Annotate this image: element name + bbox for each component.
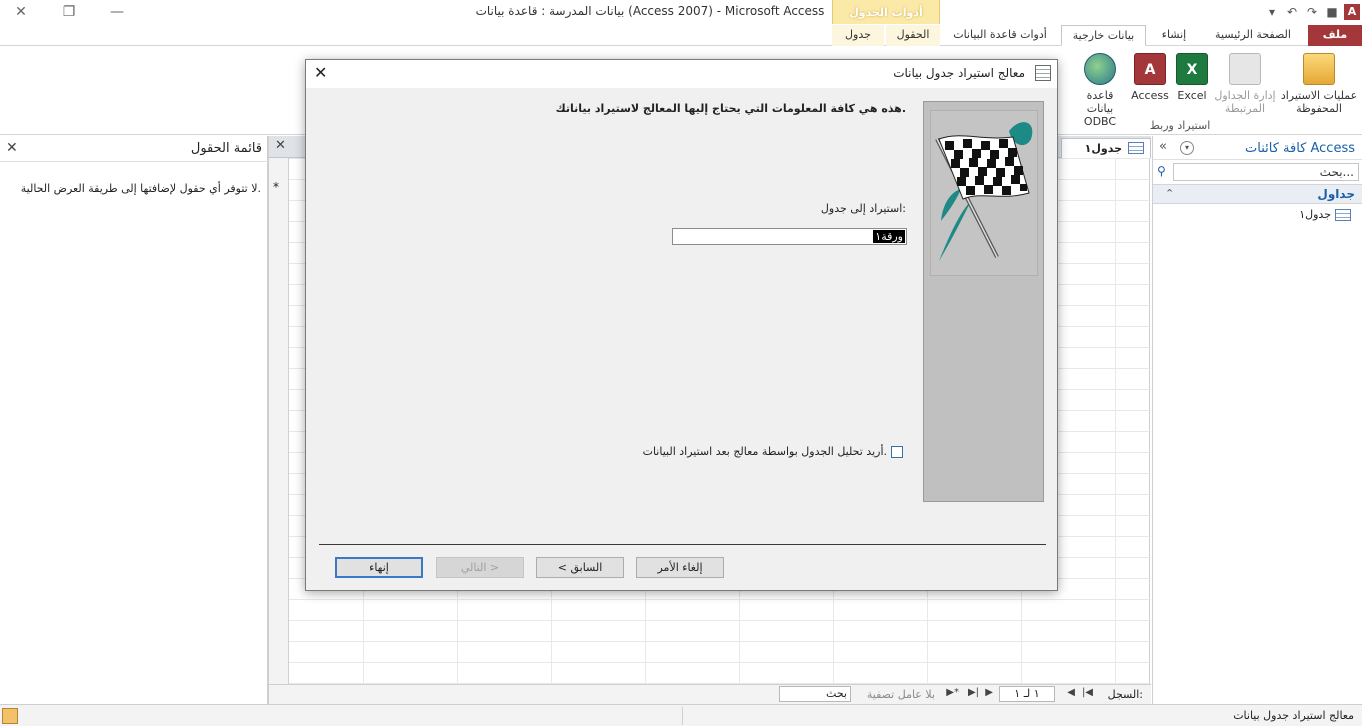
dialog-intro-text: هذه هي كافة المعلومات التي يحتاج إليها ا… <box>555 102 906 115</box>
nav-pane-header[interactable]: « ▾ كافة كائنات Access <box>1153 136 1362 160</box>
chevron-up-icon: ⌃ <box>1165 187 1175 200</box>
ribbon-tabs: ? ▵ ملف الصفحة الرئيسية إنشاء بيانات خار… <box>0 24 1362 66</box>
tab-create[interactable]: إنشاء <box>1148 25 1200 46</box>
folder-icon <box>1303 53 1335 85</box>
import-wizard-dialog: ✕ معالج استيراد جدول بيانات هذه هي كافة … <box>305 59 1058 591</box>
redo-icon[interactable]: ↷ <box>1304 4 1320 20</box>
linked-tables-icon <box>1229 53 1261 85</box>
status-divider <box>682 707 683 725</box>
next-button[interactable]: التالي > <box>436 557 524 578</box>
tab-fields[interactable]: الحقول <box>886 25 940 46</box>
tab-home[interactable]: الصفحة الرئيسية <box>1202 25 1304 46</box>
record-search-field[interactable]: بحث <box>779 686 851 702</box>
checkered-flag-icon <box>930 110 1038 276</box>
first-record-icon[interactable]: |◀ <box>1082 687 1093 698</box>
field-list-message: لا تتوفر أي حقول لإضافتها إلى طريقة العر… <box>20 182 261 195</box>
saved-imports-label: عمليات الاستيراد المحفوظة <box>1280 89 1358 115</box>
context-tab-title: أدوات الجدول <box>832 0 940 24</box>
tab-external-data[interactable]: بيانات خارجية <box>1061 25 1146 46</box>
next-record-icon[interactable]: ▶ <box>985 687 993 698</box>
dialog-title: معالج استيراد جدول بيانات <box>893 66 1025 80</box>
previous-record-icon[interactable]: ◀ <box>1067 687 1075 698</box>
wizard-image-panel <box>923 101 1044 502</box>
access-import-button[interactable]: A Access <box>1128 53 1172 102</box>
nav-group-label: جداول <box>1317 187 1355 201</box>
field-list-header: ✕ قائمة الحقول <box>0 136 268 162</box>
analyze-table-label[interactable]: أريد تحليل الجدول بواسطة معالج بعد استير… <box>643 445 887 458</box>
access-import-label: Access <box>1131 89 1169 102</box>
window-title: بيانات المدرسة : قاعدة بيانات (Access 20… <box>475 4 825 18</box>
field-list-close-icon[interactable]: ✕ <box>6 140 18 156</box>
table-name-value: ورقة١ <box>873 230 905 243</box>
nav-item-table1[interactable]: جدول١ <box>1153 206 1362 224</box>
analyze-table-checkbox[interactable] <box>891 446 903 458</box>
ribbon-group-label: استيراد وربط <box>1149 119 1211 132</box>
field-list-pane: ✕ قائمة الحقول لا تتوفر أي حقول لإضافتها… <box>0 136 268 704</box>
excel-import-label: Excel <box>1177 89 1207 102</box>
save-icon[interactable]: ■ <box>1324 4 1340 20</box>
odbc-globe-icon <box>1084 53 1116 85</box>
close-icon[interactable]: ✕ <box>314 63 327 82</box>
last-record-icon[interactable]: ▶| <box>968 687 979 698</box>
table-name-input[interactable]: ورقة١ <box>672 228 907 245</box>
chevron-down-icon[interactable]: ▾ <box>1180 141 1194 155</box>
nav-group-tables[interactable]: ⌃ جداول <box>1153 184 1362 204</box>
title-bar: ✕ ❐ — بيانات المدرسة : قاعدة بيانات (Acc… <box>0 0 1362 24</box>
saved-imports-button[interactable]: عمليات الاستيراد المحفوظة <box>1278 53 1360 115</box>
filter-indicator[interactable]: بلا عامل تصفية <box>867 688 935 701</box>
status-bar: معالج استيراد جدول بيانات <box>0 704 1362 726</box>
new-record-marker: * <box>273 180 279 194</box>
table-icon <box>1335 209 1351 221</box>
nav-pane-title: كافة كائنات Access <box>1245 141 1355 156</box>
tab-database-tools[interactable]: أدوات قاعدة البيانات <box>942 25 1058 46</box>
excel-import-button[interactable]: X Excel <box>1172 53 1212 102</box>
record-label: السجل: <box>1107 688 1143 701</box>
dialog-title-bar: ✕ معالج استيراد جدول بيانات <box>306 60 1057 88</box>
shutter-bar-icon[interactable]: « <box>1159 139 1167 154</box>
tab-file[interactable]: ملف <box>1308 25 1362 46</box>
finish-button[interactable]: إنهاء <box>335 557 423 578</box>
restore-icon[interactable]: ❐ <box>58 2 80 22</box>
access-icon: A <box>1134 53 1166 85</box>
document-tab-label: جدول١ <box>1084 142 1122 155</box>
tab-table[interactable]: جدول <box>832 25 884 46</box>
document-tab-table1[interactable]: جدول١ <box>1061 138 1151 158</box>
qat-dropdown-icon[interactable]: ▾ <box>1264 4 1280 20</box>
nav-item-label: جدول١ <box>1299 208 1331 221</box>
record-navigator: السجل: |◀ ◀ ١ لـ ١ ▶ ▶| ▶* بلا عامل تصفي… <box>269 684 1151 704</box>
record-position-field[interactable]: ١ لـ ١ <box>999 686 1055 702</box>
table-icon <box>1128 142 1144 154</box>
search-icon[interactable]: ⚲ <box>1157 164 1166 178</box>
status-text: معالج استيراد جدول بيانات <box>1233 709 1354 722</box>
back-button[interactable]: < السابق <box>536 557 624 578</box>
minimize-icon[interactable]: — <box>106 2 128 22</box>
linked-table-manager-label: إدارة الجداول المرتبطة <box>1214 89 1276 115</box>
access-app-icon: A <box>1344 4 1360 20</box>
excel-icon: X <box>1176 53 1208 85</box>
linked-table-manager-button[interactable]: إدارة الجداول المرتبطة <box>1214 53 1276 115</box>
navigation-pane: « ▾ كافة كائنات Access ⚲ بحث... ⌃ جداول … <box>1152 136 1362 704</box>
wizard-icon <box>1035 65 1051 81</box>
quick-access-toolbar: A ■ ↷ ↶ ▾ <box>1264 2 1360 22</box>
nav-search-input[interactable]: بحث... <box>1173 163 1359 181</box>
cancel-button[interactable]: إلغاء الأمر <box>636 557 724 578</box>
dialog-separator <box>319 544 1046 545</box>
document-close-icon[interactable]: ✕ <box>275 138 286 153</box>
close-icon[interactable]: ✕ <box>10 2 32 22</box>
import-to-table-label: استيراد إلى جدول: <box>820 202 906 215</box>
row-selector[interactable]: * <box>269 158 289 684</box>
undo-icon[interactable]: ↶ <box>1284 4 1300 20</box>
new-record-icon[interactable]: ▶* <box>946 687 959 698</box>
datasheet-view-icon[interactable] <box>2 708 18 724</box>
field-list-title: قائمة الحقول <box>190 141 262 156</box>
odbc-import-button[interactable]: قاعدة بيانات ODBC <box>1072 53 1128 128</box>
